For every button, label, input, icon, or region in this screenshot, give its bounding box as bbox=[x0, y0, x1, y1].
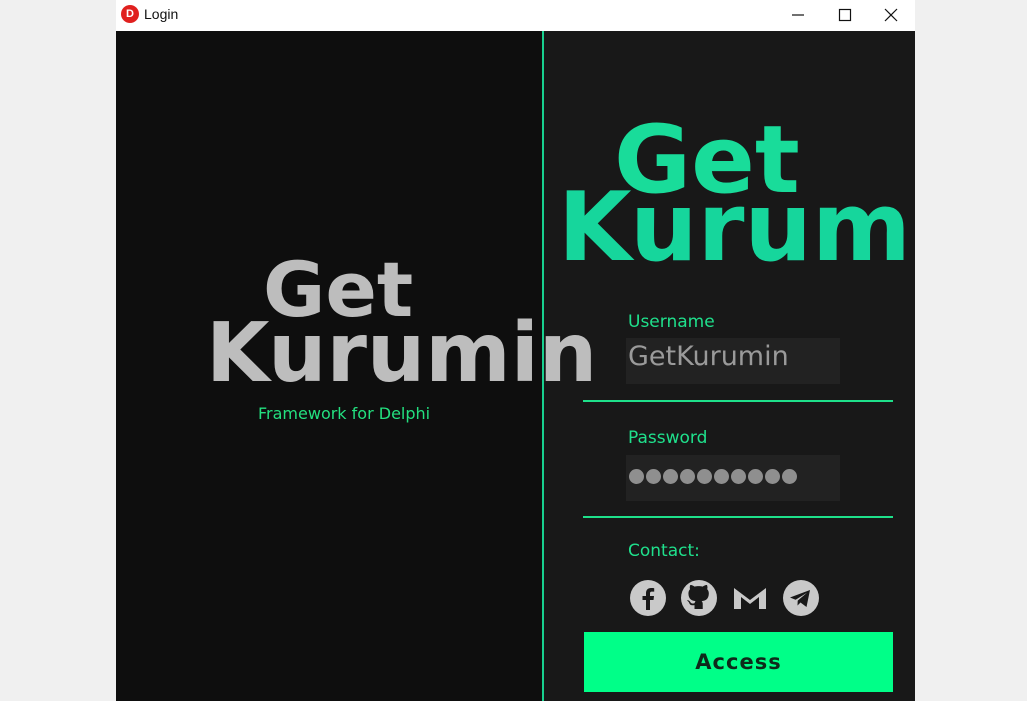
password-underline bbox=[583, 516, 893, 518]
window-title: Login bbox=[144, 6, 179, 22]
password-mask-dot bbox=[663, 469, 678, 484]
title-bar[interactable]: D Login bbox=[116, 0, 915, 31]
password-mask-dot bbox=[646, 469, 661, 484]
password-mask-dot bbox=[731, 469, 746, 484]
brand-tagline: Framework for Delphi bbox=[258, 404, 431, 423]
login-window: D Login Get Kurumin Framework for Delphi… bbox=[116, 0, 915, 701]
minimize-icon bbox=[792, 14, 804, 16]
github-icon[interactable] bbox=[681, 580, 717, 616]
maximize-button[interactable] bbox=[822, 0, 868, 31]
password-mask-dot bbox=[697, 469, 712, 484]
access-button[interactable]: Access bbox=[584, 632, 893, 692]
logo-kurumin-text: Kurumin bbox=[558, 173, 915, 283]
password-mask-dot bbox=[714, 469, 729, 484]
password-mask-dot bbox=[782, 469, 797, 484]
password-mask-dot bbox=[765, 469, 780, 484]
close-icon bbox=[884, 8, 898, 22]
minimize-button[interactable] bbox=[775, 0, 821, 31]
logo-kurumin-text: Kurumin bbox=[206, 306, 598, 401]
username-value: GetKurumin bbox=[628, 341, 789, 372]
gmail-icon[interactable] bbox=[732, 580, 768, 616]
password-mask-dot bbox=[680, 469, 695, 484]
password-mask-dot bbox=[629, 469, 644, 484]
username-underline bbox=[583, 400, 893, 402]
password-label: Password bbox=[628, 428, 708, 448]
facebook-icon[interactable] bbox=[630, 580, 666, 616]
password-mask-dot bbox=[748, 469, 763, 484]
close-button[interactable] bbox=[868, 0, 914, 31]
contact-label: Contact: bbox=[628, 541, 700, 561]
password-mask bbox=[629, 469, 797, 484]
app-icon: D bbox=[121, 5, 139, 23]
username-label: Username bbox=[628, 312, 715, 332]
telegram-icon[interactable] bbox=[783, 580, 819, 616]
maximize-icon bbox=[838, 8, 852, 22]
